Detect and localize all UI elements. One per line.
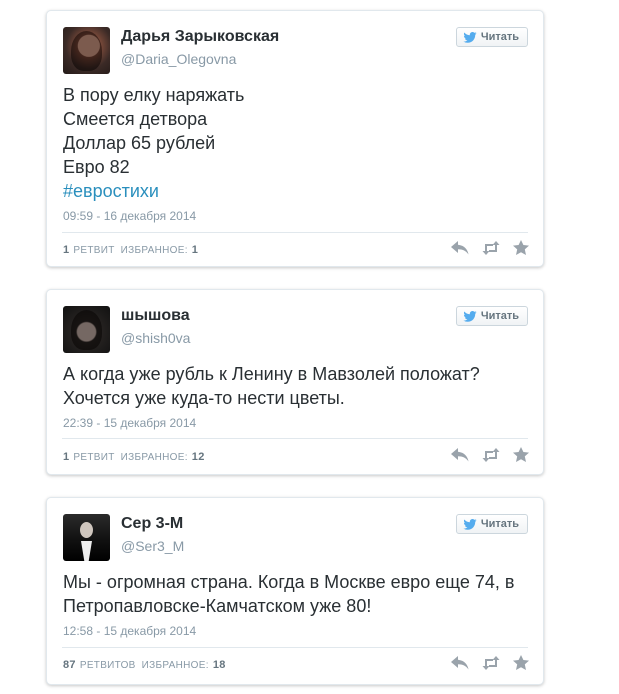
- favorite-count[interactable]: ИЗБРАННОЕ: 1: [121, 244, 199, 256]
- tweet-stats: 1 РЕТВИТ ИЗБРАННОЕ: 12: [63, 451, 205, 463]
- favorite-count-label: ИЗБРАННОЕ:: [120, 452, 188, 463]
- retweet-count[interactable]: 87 РЕТВИТОВ: [63, 659, 136, 671]
- avatar[interactable]: [63, 514, 110, 561]
- retweet-count-label: РЕТВИТОВ: [79, 660, 136, 671]
- favorite-count-value: 1: [191, 244, 199, 256]
- retweet-icon[interactable]: [481, 447, 501, 462]
- tweet-timestamp[interactable]: 22:39 - 15 декабря 2014: [63, 416, 196, 430]
- retweet-count-value: 1: [63, 244, 70, 256]
- reply-icon[interactable]: [451, 240, 469, 255]
- retweet-icon[interactable]: [481, 655, 501, 670]
- tweet-line: Мы - огромная страна. Когда в Москве евр…: [63, 572, 515, 592]
- tweet-text: А когда уже рубль к Ленину в Мавзолей по…: [63, 362, 480, 410]
- author-handle[interactable]: @Ser3_M: [121, 538, 184, 554]
- twitter-bird-icon: [463, 518, 477, 530]
- follow-button[interactable]: Читать: [455, 306, 528, 326]
- author-name[interactable]: Сер 3-М: [121, 515, 183, 533]
- retweet-count-value: 87: [63, 659, 76, 671]
- author-handle[interactable]: @Daria_Olegovna: [121, 51, 236, 67]
- author-name[interactable]: Дарья Зарыковская: [121, 28, 279, 46]
- favorite-count[interactable]: ИЗБРАННОЕ: 18: [142, 659, 226, 671]
- favorite-count-value: 12: [191, 451, 205, 463]
- reply-icon[interactable]: [451, 655, 469, 670]
- favorite-count-label: ИЗБРАННОЕ:: [141, 660, 209, 671]
- reply-icon[interactable]: [451, 447, 469, 462]
- favorite-count-value: 18: [212, 659, 226, 671]
- retweet-icon[interactable]: [481, 240, 501, 255]
- twitter-bird-icon: [463, 31, 477, 43]
- tweet-card: шышова @shish0va Читать А когда уже рубл…: [46, 289, 544, 475]
- tweet-actions: [451, 447, 529, 462]
- tweet-text: Мы - огромная страна. Когда в Москве евр…: [63, 570, 514, 618]
- tweet-card: Сер 3-М @Ser3_M Читать Мы - огромная стр…: [46, 497, 544, 685]
- divider: [62, 232, 528, 233]
- follow-label: Читать: [480, 31, 519, 43]
- tweet-text: В пору елку наряжать Смеется детвора Дол…: [63, 83, 244, 203]
- retweet-count[interactable]: 1 РЕТВИТ: [63, 451, 115, 463]
- follow-label: Читать: [480, 310, 519, 322]
- tweet-timestamp[interactable]: 09:59 - 16 декабря 2014: [63, 209, 196, 223]
- author-handle[interactable]: @shish0va: [121, 330, 190, 346]
- tweet-line: А когда уже рубль к Ленину в Мавзолей по…: [63, 364, 480, 384]
- avatar[interactable]: [63, 27, 110, 74]
- tweet-actions: [451, 655, 529, 670]
- divider: [62, 647, 528, 648]
- tweet-line: Хочется уже куда-то нести цветы.: [63, 388, 345, 408]
- favorite-count[interactable]: ИЗБРАННОЕ: 12: [121, 451, 205, 463]
- tweet-stats: 87 РЕТВИТОВ ИЗБРАННОЕ: 18: [63, 659, 226, 671]
- follow-button[interactable]: Читать: [455, 514, 528, 534]
- tweet-actions: [451, 240, 529, 255]
- divider: [62, 438, 528, 439]
- favorite-star-icon[interactable]: [513, 447, 529, 462]
- tweet-line: В пору елку наряжать: [63, 85, 245, 105]
- tweet-card: Дарья Зарыковская @Daria_Olegovna Читать…: [46, 10, 544, 267]
- favorite-star-icon[interactable]: [513, 655, 529, 670]
- favorite-star-icon[interactable]: [513, 240, 529, 255]
- tweet-stats: 1 РЕТВИТ ИЗБРАННОЕ: 1: [63, 244, 198, 256]
- follow-label: Читать: [480, 518, 519, 530]
- tweet-timestamp[interactable]: 12:58 - 15 декабря 2014: [63, 624, 196, 638]
- retweet-count[interactable]: 1 РЕТВИТ: [63, 244, 115, 256]
- tweet-line: Доллар 65 рублей: [63, 133, 216, 153]
- twitter-bird-icon: [463, 310, 477, 322]
- hashtag-link[interactable]: #евростихи: [63, 179, 244, 203]
- author-name[interactable]: шышова: [121, 307, 190, 325]
- favorite-count-label: ИЗБРАННОЕ:: [120, 245, 188, 256]
- avatar[interactable]: [63, 306, 110, 353]
- tweet-line: Евро 82: [63, 157, 130, 177]
- follow-button[interactable]: Читать: [455, 27, 528, 47]
- tweet-line: Петропавловске-Камчатском уже 80!: [63, 596, 372, 616]
- tweet-line: Смеется детвора: [63, 109, 208, 129]
- retweet-count-label: РЕТВИТ: [73, 245, 115, 256]
- retweet-count-value: 1: [63, 451, 70, 463]
- retweet-count-label: РЕТВИТ: [73, 452, 115, 463]
